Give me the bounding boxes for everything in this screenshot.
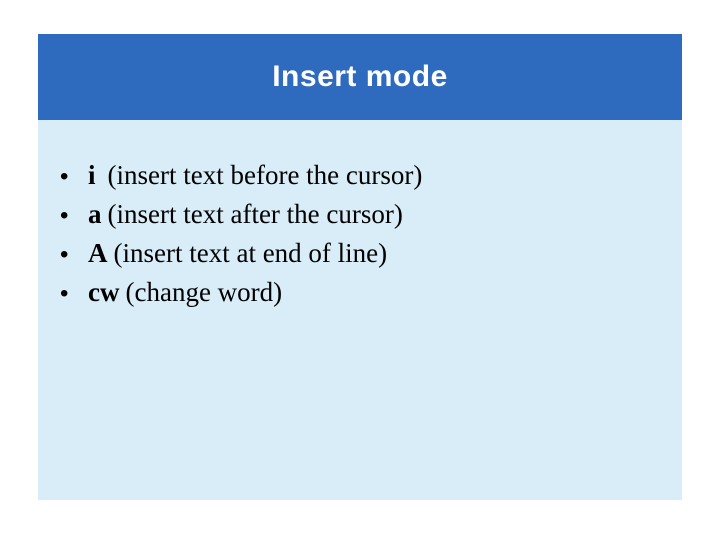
command-desc: (insert text before the cursor) <box>108 156 423 195</box>
body-panel: • i (insert text before the cursor) • a … <box>38 120 682 500</box>
slide-title: Insert mode <box>272 60 448 94</box>
command-list: • i (insert text before the cursor) • a … <box>60 156 660 313</box>
list-item: • cw (change word) <box>60 273 660 312</box>
command-desc: (change word) <box>125 273 282 312</box>
bullet-icon: • <box>60 160 88 195</box>
slide: Insert mode • i (insert text before the … <box>0 0 720 540</box>
title-bar: Insert mode <box>38 34 682 120</box>
list-item: • i (insert text before the cursor) <box>60 156 660 195</box>
list-item: • a (insert text after the cursor) <box>60 195 660 234</box>
bullet-icon: • <box>60 199 88 234</box>
bullet-icon: • <box>60 238 88 273</box>
command-desc: (insert text after the cursor) <box>108 195 403 234</box>
bullet-icon: • <box>60 277 88 312</box>
list-item: • A (insert text at end of line) <box>60 234 660 273</box>
command-desc: (insert text at end of line) <box>114 234 388 273</box>
command-key: i <box>88 156 96 195</box>
command-key: cw <box>88 273 119 312</box>
command-key: A <box>88 234 108 273</box>
command-key: a <box>88 195 102 234</box>
